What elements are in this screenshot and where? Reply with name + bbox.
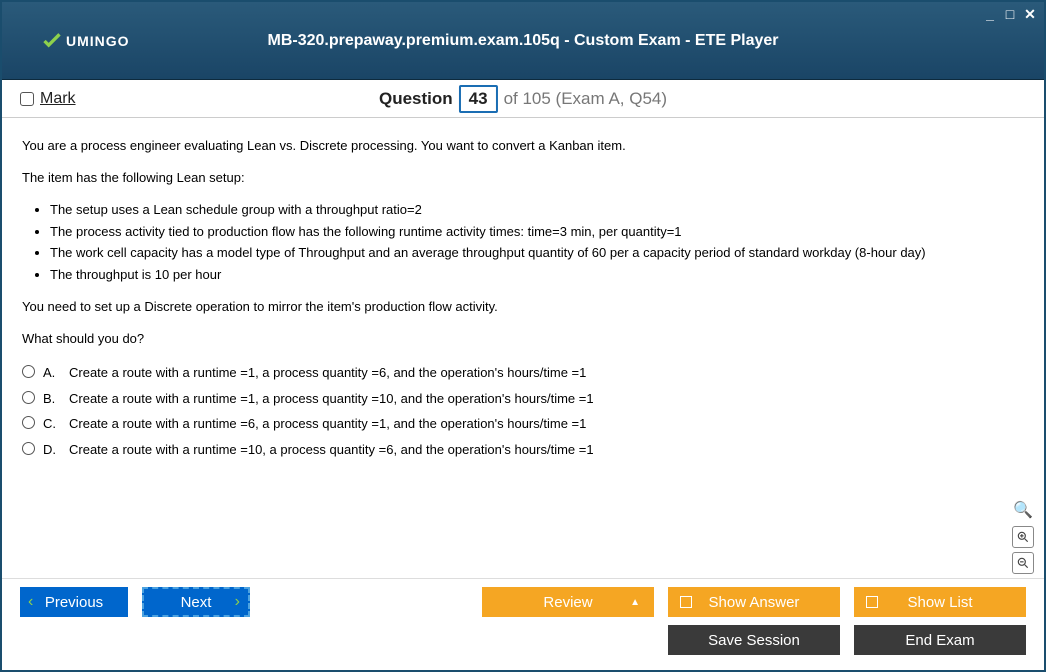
window-title: MB-320.prepaway.premium.exam.105q - Cust… (267, 32, 778, 50)
list-item: The work cell capacity has a model type … (50, 242, 1024, 264)
button-label: End Exam (905, 632, 974, 649)
checkbox-icon (866, 596, 878, 608)
checkbox-icon (680, 596, 692, 608)
list-item: The throughput is 10 per hour (50, 264, 1024, 286)
option-a[interactable]: A. Create a route with a runtime =1, a p… (22, 360, 1024, 386)
close-icon[interactable]: ✕ (1022, 6, 1038, 23)
answer-options: A. Create a route with a runtime =1, a p… (22, 360, 1024, 462)
radio-icon (22, 416, 35, 429)
setup-list: The setup uses a Lean schedule group wit… (50, 199, 1024, 285)
button-label: Save Session (708, 632, 800, 649)
question-content: You are a process engineer evaluating Le… (2, 118, 1044, 578)
option-letter: C. (43, 414, 61, 434)
checkbox-icon (20, 92, 34, 106)
app-logo: UMINGO (42, 31, 130, 51)
mark-checkbox[interactable]: Mark (20, 90, 76, 108)
review-button[interactable]: Review ▲ (482, 587, 654, 617)
show-answer-button[interactable]: Show Answer (668, 587, 840, 617)
question-counter: Question 43 of 105 (Exam A, Q54) (379, 85, 667, 113)
option-letter: D. (43, 440, 61, 460)
question-total: of 105 (Exam A, Q54) (504, 89, 667, 109)
question-number: 43 (459, 85, 498, 113)
option-letter: B. (43, 389, 61, 409)
question-label: Question (379, 89, 453, 109)
footer-row-1: ‹ Previous Next › Review ▲ Show Answer S… (20, 587, 1026, 617)
list-item: The process activity tied to production … (50, 221, 1024, 243)
search-icon[interactable]: 🔍 (1012, 500, 1034, 522)
button-label: Next (181, 594, 212, 611)
checkmark-icon (42, 31, 62, 51)
option-text: Create a route with a runtime =10, a pro… (69, 440, 594, 460)
titlebar: UMINGO MB-320.prepaway.premium.exam.105q… (2, 2, 1044, 80)
list-item: The setup uses a Lean schedule group wit… (50, 199, 1024, 221)
minimize-icon[interactable]: _ (982, 6, 998, 23)
zoom-out-button[interactable] (1012, 552, 1034, 574)
option-c[interactable]: C. Create a route with a runtime =6, a p… (22, 411, 1024, 437)
end-exam-button[interactable]: End Exam (854, 625, 1026, 655)
option-text: Create a route with a runtime =6, a proc… (69, 414, 586, 434)
logo-text: UMINGO (66, 33, 130, 49)
triangle-up-icon: ▲ (630, 597, 640, 608)
question-intro: You are a process engineer evaluating Le… (22, 136, 1024, 156)
option-letter: A. (43, 363, 61, 383)
zoom-in-button[interactable] (1012, 526, 1034, 548)
question-prompt: What should you do? (22, 329, 1024, 349)
question-need: You need to set up a Discrete operation … (22, 297, 1024, 317)
button-label: Previous (45, 594, 103, 611)
radio-icon (22, 365, 35, 378)
footer: ‹ Previous Next › Review ▲ Show Answer S… (2, 578, 1044, 665)
previous-button[interactable]: ‹ Previous (20, 587, 128, 617)
save-session-button[interactable]: Save Session (668, 625, 840, 655)
chevron-right-icon: › (235, 593, 240, 611)
radio-icon (22, 442, 35, 455)
radio-icon (22, 391, 35, 404)
option-text: Create a route with a runtime =1, a proc… (69, 389, 594, 409)
button-label: Review (543, 594, 592, 611)
button-label: Show Answer (709, 594, 800, 611)
show-list-button[interactable]: Show List (854, 587, 1026, 617)
chevron-left-icon: ‹ (28, 593, 33, 611)
zoom-tools: 🔍 (1012, 500, 1034, 574)
option-text: Create a route with a runtime =1, a proc… (69, 363, 586, 383)
footer-row-2: Save Session End Exam (20, 625, 1026, 655)
next-button[interactable]: Next › (142, 587, 250, 617)
question-header: Mark Question 43 of 105 (Exam A, Q54) (2, 80, 1044, 118)
maximize-icon[interactable]: □ (1002, 6, 1018, 23)
mark-label: Mark (40, 90, 76, 108)
option-b[interactable]: B. Create a route with a runtime =1, a p… (22, 386, 1024, 412)
question-setup-label: The item has the following Lean setup: (22, 168, 1024, 188)
button-label: Show List (907, 594, 972, 611)
option-d[interactable]: D. Create a route with a runtime =10, a … (22, 437, 1024, 463)
window-controls: _ □ ✕ (982, 6, 1038, 23)
